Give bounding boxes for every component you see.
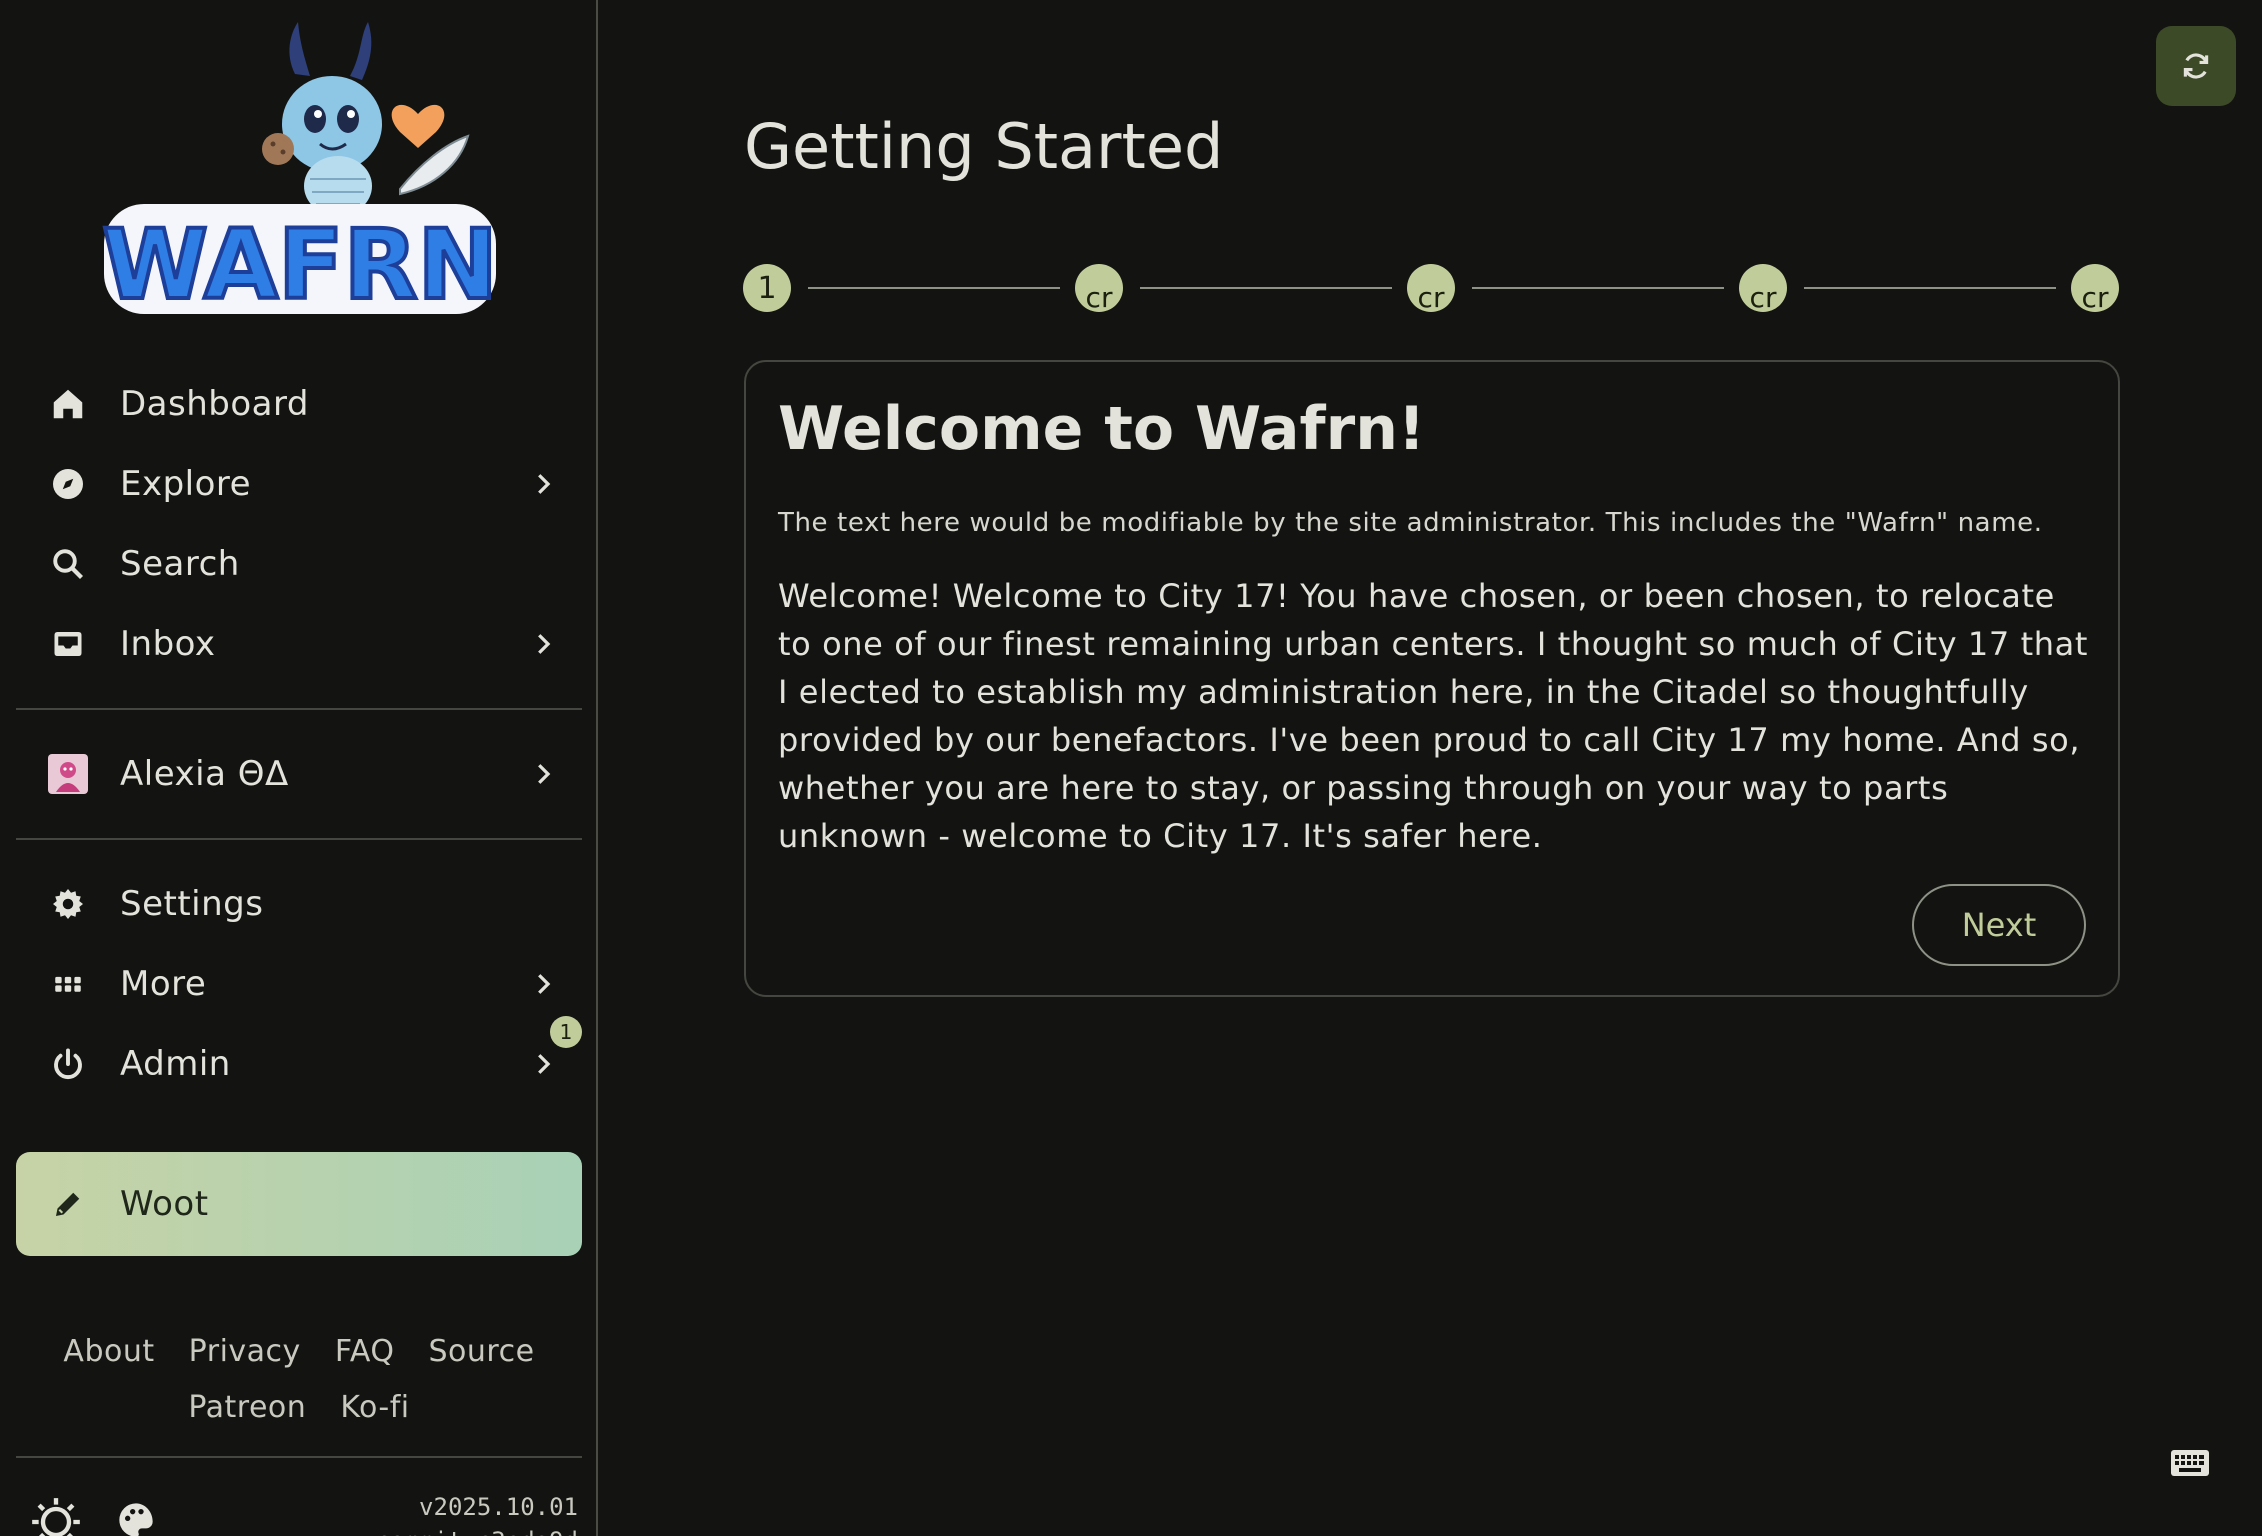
sidebar-item-label: Inbox <box>120 624 216 664</box>
divider <box>16 1456 582 1458</box>
sidebar-item-more[interactable]: More <box>16 948 582 1020</box>
palette-icon[interactable] <box>116 1500 156 1536</box>
divider <box>16 838 582 840</box>
sidebar-item-label: Search <box>120 544 240 584</box>
inbox-icon <box>48 624 88 664</box>
sidebar-item-admin[interactable]: Admin <box>16 1028 582 1100</box>
sidebar: WAFRN Dashboard Explore Search Inbox Ale… <box>0 0 598 1536</box>
step-1[interactable]: 1 <box>743 264 791 312</box>
chevron-right-icon <box>538 764 551 784</box>
step-5[interactable]: cr <box>2071 264 2119 312</box>
footer-link-faq[interactable]: FAQ <box>335 1334 395 1369</box>
refresh-button[interactable] <box>2156 26 2236 106</box>
pencil-icon <box>48 1184 88 1224</box>
sidebar-item-user[interactable]: Alexia ΘΔ <box>16 738 582 810</box>
footer-link-kofi[interactable]: Ko-fi <box>340 1390 409 1425</box>
sun-icon[interactable] <box>30 1496 82 1536</box>
main-content: Getting Started 1 cr cr cr cr Welcome to… <box>600 0 2262 1536</box>
footer-link-privacy[interactable]: Privacy <box>189 1334 301 1369</box>
step-connector <box>1140 287 1392 289</box>
chevron-right-icon <box>538 1054 551 1074</box>
sidebar-item-label: Explore <box>120 464 252 504</box>
sidebar-item-label: Dashboard <box>120 384 309 424</box>
gear-icon <box>48 884 88 924</box>
step-4[interactable]: cr <box>1739 264 1787 312</box>
footer-link-source[interactable]: Source <box>429 1334 535 1369</box>
chevron-right-icon <box>538 974 551 994</box>
avatar <box>48 754 88 794</box>
step-2[interactable]: cr <box>1075 264 1123 312</box>
commit-hash: commit c3eda9d <box>376 1524 578 1536</box>
step-connector <box>1472 287 1724 289</box>
footer-links-row: About Privacy FAQ Source <box>16 1334 582 1369</box>
sidebar-item-dashboard[interactable]: Dashboard <box>16 368 582 440</box>
next-button[interactable]: Next <box>1912 884 2086 966</box>
woot-button[interactable]: Woot <box>16 1152 582 1256</box>
sidebar-item-label: Settings <box>120 884 264 924</box>
page-title: Getting Started <box>744 110 1224 183</box>
footer-link-patreon[interactable]: Patreon <box>188 1390 306 1425</box>
admin-notification-badge: 1 <box>550 1016 582 1048</box>
refresh-icon <box>2183 53 2209 79</box>
power-icon <box>48 1044 88 1084</box>
chevron-right-icon <box>538 474 551 494</box>
sidebar-item-label: Admin <box>120 1044 231 1084</box>
search-icon <box>48 544 88 584</box>
footer-link-about[interactable]: About <box>63 1334 154 1369</box>
sidebar-item-inbox[interactable]: Inbox <box>16 608 582 680</box>
card-note: The text here would be modifiable by the… <box>778 508 2043 538</box>
compass-icon <box>48 464 88 504</box>
version-info: v2025.10.01 commit c3eda9d <box>376 1490 578 1536</box>
grid-icon <box>48 964 88 1004</box>
version-number: v2025.10.01 <box>419 1493 578 1521</box>
sidebar-item-label: More <box>120 964 207 1004</box>
logo-wordmark: WAFRN <box>102 209 498 321</box>
step-connector <box>808 287 1060 289</box>
woot-label: Woot <box>120 1184 209 1224</box>
sidebar-item-explore[interactable]: Explore <box>16 448 582 520</box>
divider <box>16 708 582 710</box>
welcome-card: Welcome to Wafrn! The text here would be… <box>744 360 2120 997</box>
sidebar-item-settings[interactable]: Settings <box>16 868 582 940</box>
wafrn-logo[interactable]: WAFRN <box>100 14 500 324</box>
card-title: Welcome to Wafrn! <box>778 394 1426 464</box>
sidebar-item-search[interactable]: Search <box>16 528 582 600</box>
footer-links-row: Patreon Ko-fi <box>16 1390 582 1425</box>
home-icon <box>48 384 88 424</box>
user-name: Alexia ΘΔ <box>120 754 289 794</box>
step-3[interactable]: cr <box>1407 264 1455 312</box>
keyboard-icon[interactable] <box>2170 1448 2210 1478</box>
step-connector <box>1804 287 2056 289</box>
card-body: Welcome! Welcome to City 17! You have ch… <box>778 577 2088 855</box>
chevron-right-icon <box>538 634 551 654</box>
